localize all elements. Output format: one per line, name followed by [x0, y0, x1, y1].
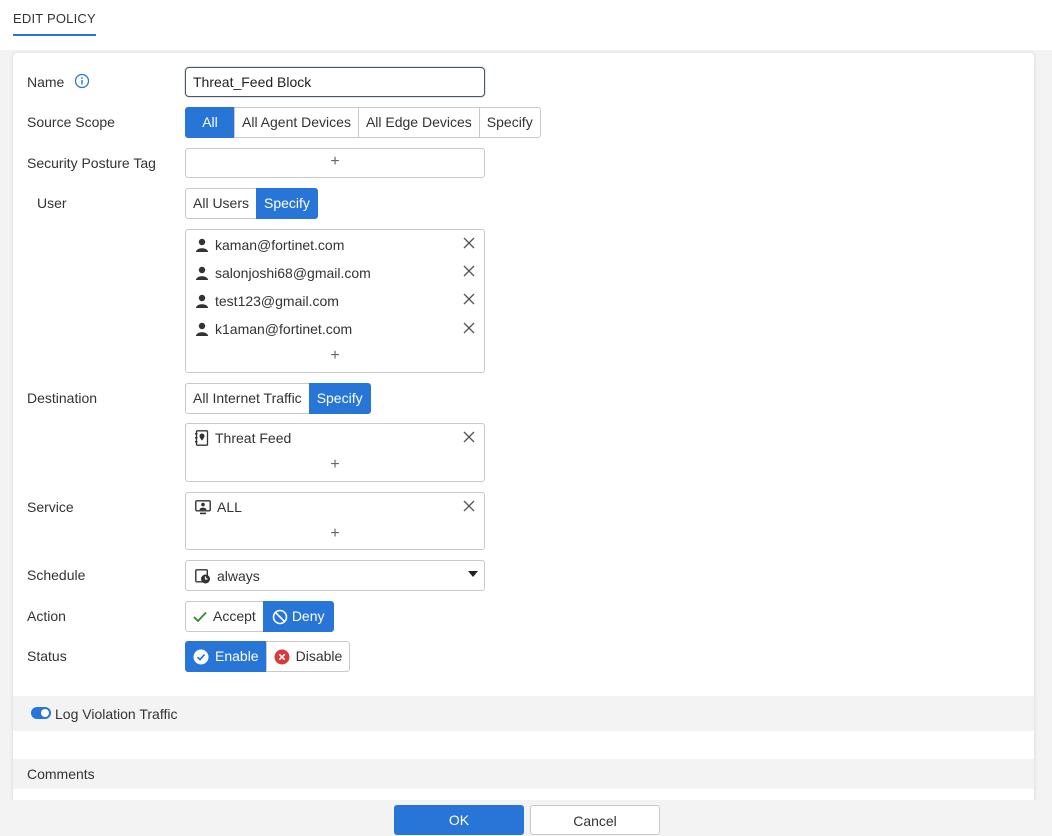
- service-monitor-icon: [195, 499, 211, 514]
- user-icon: [196, 322, 208, 336]
- destination-specify-button[interactable]: Specify: [308, 383, 371, 414]
- check-icon: [193, 611, 207, 622]
- security-posture-tag-label: Security Posture Tag: [27, 155, 156, 171]
- close-circle-icon: [274, 649, 290, 664]
- security-posture-tag-field[interactable]: +: [185, 148, 485, 178]
- ok-button[interactable]: OK: [394, 805, 524, 835]
- schedule-value-label: always: [217, 568, 260, 584]
- user-all-users-button[interactable]: All Users: [185, 188, 258, 219]
- user-entry-label: k1aman@fortinet.com: [215, 321, 353, 337]
- log-violation-toggle[interactable]: [31, 707, 51, 719]
- destination-label: Destination: [27, 390, 98, 406]
- comments-label: Comments: [27, 766, 95, 782]
- address-book-icon: [195, 430, 209, 446]
- service-entry-label: ALL: [217, 499, 242, 515]
- status-enable-button[interactable]: Enable: [185, 641, 267, 672]
- check-circle-icon: [193, 649, 209, 664]
- action-accept-label: Accept: [213, 608, 256, 624]
- right-panel-edge: [1042, 50, 1052, 800]
- user-label: User: [37, 195, 67, 211]
- schedule-select[interactable]: always: [185, 560, 485, 591]
- cancel-button[interactable]: Cancel: [530, 805, 660, 835]
- tab-edit-policy[interactable]: EDIT POLICY: [13, 11, 96, 36]
- user-entry: k1aman@fortinet.com: [195, 318, 352, 340]
- deny-icon: [272, 609, 288, 624]
- add-destination-button[interactable]: +: [186, 456, 484, 474]
- source-scope-all-button[interactable]: All: [185, 107, 235, 138]
- user-entry-label: test123@gmail.com: [215, 293, 339, 309]
- status-label: Status: [27, 648, 67, 664]
- action-deny-button[interactable]: Deny: [262, 601, 334, 632]
- user-toggle: All Users Specify: [185, 188, 318, 219]
- remove-user-close-icon[interactable]: [463, 237, 475, 249]
- destination-entry: Threat Feed: [195, 427, 291, 449]
- user-entry: salonjoshi68@gmail.com: [195, 262, 371, 284]
- action-accept-button[interactable]: Accept: [185, 601, 264, 632]
- user-entry-label: kaman@fortinet.com: [215, 237, 345, 253]
- service-entry: ALL: [195, 496, 242, 518]
- remove-service-close-icon[interactable]: [463, 500, 475, 512]
- source-scope-agent-devices-button[interactable]: All Agent Devices: [234, 107, 359, 138]
- status-toggle: Enable Disable: [185, 641, 351, 672]
- destination-entry-label: Threat Feed: [215, 430, 292, 446]
- add-posture-tag-button[interactable]: +: [186, 153, 484, 171]
- user-entry-label: salonjoshi68@gmail.com: [215, 265, 371, 281]
- action-deny-label: Deny: [291, 608, 325, 624]
- source-scope-edge-devices-button[interactable]: All Edge Devices: [357, 107, 480, 138]
- action-toggle: Accept Deny: [185, 601, 334, 632]
- add-user-button[interactable]: +: [186, 347, 484, 365]
- service-list: ALL +: [185, 492, 485, 550]
- source-scope-specify-button[interactable]: Specify: [478, 107, 541, 138]
- footer-bar: [0, 800, 1052, 833]
- status-enable-label: Enable: [215, 648, 259, 664]
- comments-section: [13, 759, 1034, 789]
- status-disable-button[interactable]: Disable: [265, 641, 351, 672]
- destination-list: Threat Feed +: [185, 423, 485, 482]
- log-violation-label: Log Violation Traffic: [55, 706, 178, 722]
- destination-toggle: All Internet Traffic Specify: [185, 383, 371, 414]
- tab-bar: EDIT POLICY: [0, 0, 1052, 50]
- remove-user-close-icon[interactable]: [463, 265, 475, 277]
- user-entry: kaman@fortinet.com: [195, 234, 344, 256]
- user-icon: [196, 266, 208, 280]
- info-icon[interactable]: [74, 73, 90, 89]
- chevron-down-icon: [468, 571, 478, 577]
- schedule-clock-icon: [195, 568, 210, 583]
- destination-all-internet-button[interactable]: All Internet Traffic: [185, 383, 310, 414]
- schedule-value: always: [195, 565, 260, 587]
- user-icon: [196, 238, 208, 252]
- schedule-label: Schedule: [27, 567, 86, 583]
- status-disable-label: Disable: [295, 648, 343, 664]
- remove-user-close-icon[interactable]: [463, 322, 475, 334]
- name-label: Name: [27, 74, 65, 90]
- user-entry: test123@gmail.com: [195, 290, 339, 312]
- user-specify-button[interactable]: Specify: [256, 188, 318, 219]
- source-scope-label: Source Scope: [27, 114, 115, 130]
- remove-destination-close-icon[interactable]: [463, 431, 475, 443]
- user-list: kaman@fortinet.com salonjoshi68@gmail.co…: [185, 229, 485, 373]
- action-label: Action: [27, 608, 66, 624]
- service-label: Service: [27, 499, 74, 515]
- add-service-button[interactable]: +: [186, 525, 484, 543]
- source-scope-toggle: All All Agent Devices All Edge Devices S…: [185, 107, 541, 138]
- name-input[interactable]: [185, 67, 485, 97]
- remove-user-close-icon[interactable]: [463, 293, 475, 305]
- user-icon: [196, 294, 208, 308]
